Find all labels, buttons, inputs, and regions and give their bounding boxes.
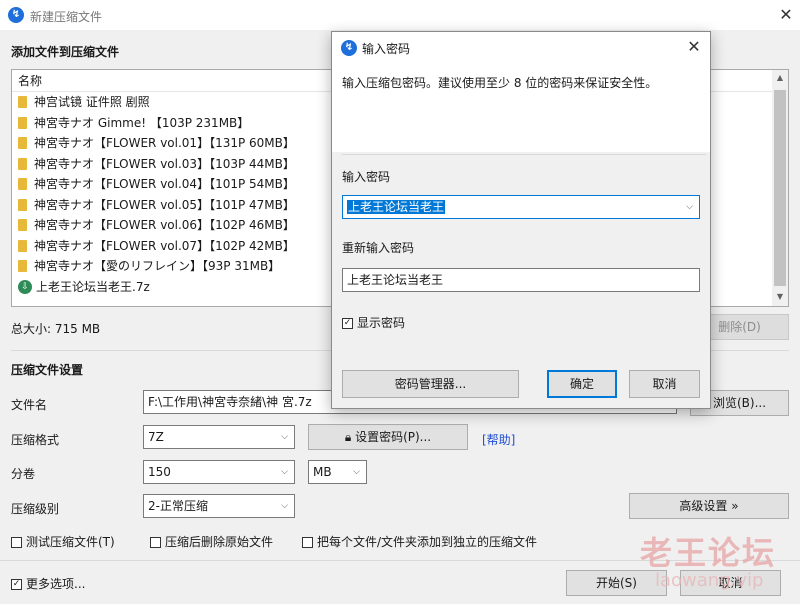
folder-icon (18, 137, 27, 150)
password-input[interactable]: 上老王论坛当老王 ⌵ (342, 195, 700, 219)
chevron-down-icon: ⌵ (281, 501, 288, 511)
folder-icon (18, 96, 27, 109)
dialog-title: 输入密码 (362, 42, 411, 56)
password-value: 上老王论坛当老王 (347, 200, 446, 214)
file-name: 神宮寺ナオ【FLOWER vol.07】【102P 42MB】 (34, 238, 295, 253)
chevron-down-icon: ⌵ (353, 467, 360, 477)
window-close-button[interactable]: ✕ (776, 5, 796, 24)
checkbox-box[interactable] (11, 537, 22, 548)
folder-icon (18, 178, 27, 191)
chevron-down-icon: ⌵ (281, 432, 288, 442)
delete-after-label: 压缩后删除原始文件 (165, 535, 274, 549)
files-section-heading: 添加文件到压缩文件 (11, 45, 120, 59)
separate-archives-label: 把每个文件/文件夹添加到独立的压缩文件 (317, 535, 538, 549)
file-name: 神宮寺ナオ【FLOWER vol.05】【101P 47MB】 (34, 197, 295, 212)
help-link[interactable]: [帮助] (482, 431, 515, 448)
dialog-hint-area: 输入压缩包密码。建议使用至少 8 位的密码来保证安全性。 (332, 62, 710, 152)
level-label: 压缩级别 (11, 502, 60, 516)
folder-icon (18, 157, 27, 170)
more-options-checkbox[interactable]: ✓ 更多选项... (11, 575, 85, 592)
watermark-url: laowang.vip (655, 570, 764, 591)
level-select[interactable]: 2-正常压缩 ⌵ (143, 494, 295, 518)
set-password-label: 设置密码(P)... (355, 430, 432, 444)
scroll-up-arrow-icon[interactable]: ▲ (772, 70, 788, 86)
password-hint: 输入压缩包密码。建议使用至少 8 位的密码来保证安全性。 (342, 76, 658, 90)
level-value: 2-正常压缩 (148, 499, 208, 513)
title-bar: ↯ 新建压缩文件 ✕ (0, 0, 800, 30)
password-dialog: ↯ 输入密码 ✕ 输入压缩包密码。建议使用至少 8 位的密码来保证安全性。 输入… (331, 31, 711, 409)
folder-icon (18, 116, 27, 129)
format-select[interactable]: 7Z ⌵ (143, 425, 295, 449)
more-options-label: 更多选项... (26, 577, 86, 591)
format-label: 压缩格式 (11, 433, 60, 447)
show-password-checkbox[interactable]: ✓ 显示密码 (342, 314, 405, 331)
file-name: 神宮寺ナオ【FLOWER vol.06】【102P 46MB】 (34, 218, 295, 232)
watermark-logo: 老王论坛 (640, 534, 777, 572)
volume-label: 分卷 (11, 467, 36, 481)
scroll-down-arrow-icon[interactable]: ▼ (772, 289, 788, 305)
folder-icon (18, 198, 27, 211)
folder-icon (18, 260, 27, 273)
archive-icon: ⇩ (18, 279, 32, 294)
dialog-close-button[interactable]: ✕ (684, 37, 704, 56)
file-name: 神宮寺ナオ【愛のリフレイン】【93P 31MB】 (34, 259, 281, 273)
dialog-cancel-button[interactable]: 取消 (629, 370, 700, 398)
file-name: 神宮寺ナオ【FLOWER vol.01】【131P 60MB】 (34, 136, 295, 150)
show-password-label: 显示密码 (357, 316, 406, 330)
checkbox-box[interactable] (302, 537, 313, 548)
file-name: 神宮寺ナオ【FLOWER vol.03】【103P 44MB】 (34, 156, 295, 171)
set-password-button[interactable]: 🔒︎ 设置密码(P)... (308, 424, 468, 450)
ok-button[interactable]: 确定 (547, 370, 617, 398)
volume-unit: MB (313, 465, 332, 479)
test-archive-label: 测试压缩文件(T) (26, 535, 115, 549)
file-name: 上老王论坛当老王.7z (36, 279, 150, 294)
checkbox-box[interactable]: ✓ (342, 318, 353, 329)
dialog-title-bar: ↯ 输入密码 ✕ (332, 32, 710, 62)
volume-unit-select[interactable]: MB ⌵ (308, 460, 367, 484)
checkbox-box[interactable] (150, 537, 161, 548)
chevron-down-icon: ⌵ (281, 467, 288, 477)
advanced-settings-button[interactable]: 高级设置 » (629, 493, 789, 519)
delete-after-checkbox[interactable]: 压缩后删除原始文件 (150, 533, 273, 550)
scrollbar-thumb[interactable] (774, 90, 786, 286)
test-archive-checkbox[interactable]: 测试压缩文件(T) (11, 533, 115, 550)
password-manager-button[interactable]: 密码管理器... (342, 370, 519, 398)
password-label: 输入密码 (342, 170, 391, 184)
folder-icon (18, 239, 27, 252)
chevron-down-icon[interactable]: ⌵ (686, 196, 693, 218)
confirm-password-label: 重新输入密码 (342, 241, 415, 255)
folder-icon (18, 219, 27, 232)
file-name: 神宮寺ナオ【FLOWER vol.04】【101P 54MB】 (34, 177, 295, 191)
filename-label: 文件名 (11, 398, 48, 412)
settings-heading: 压缩文件设置 (11, 363, 84, 377)
app-icon: ↯ (8, 7, 24, 23)
volume-size-combo[interactable]: 150 ⌵ (143, 460, 295, 484)
app-icon: ↯ (341, 40, 357, 56)
format-value: 7Z (148, 430, 164, 444)
file-name: 神宫试镜 证件照 剧照 (34, 95, 150, 109)
separate-archives-checkbox[interactable]: 把每个文件/文件夹添加到独立的压缩文件 (302, 533, 537, 550)
window-title: 新建压缩文件 (30, 10, 103, 24)
lock-icon: 🔒︎ (344, 430, 352, 444)
total-size: 总大小: 715 MB (11, 322, 101, 336)
checkbox-box[interactable]: ✓ (11, 579, 22, 590)
file-name: 神宮寺ナオ Gimme! 【103P 231MB】 (34, 115, 250, 130)
confirm-password-input[interactable]: 上老王论坛当老王 (342, 268, 700, 292)
divider (342, 154, 706, 155)
volume-value: 150 (148, 465, 171, 479)
